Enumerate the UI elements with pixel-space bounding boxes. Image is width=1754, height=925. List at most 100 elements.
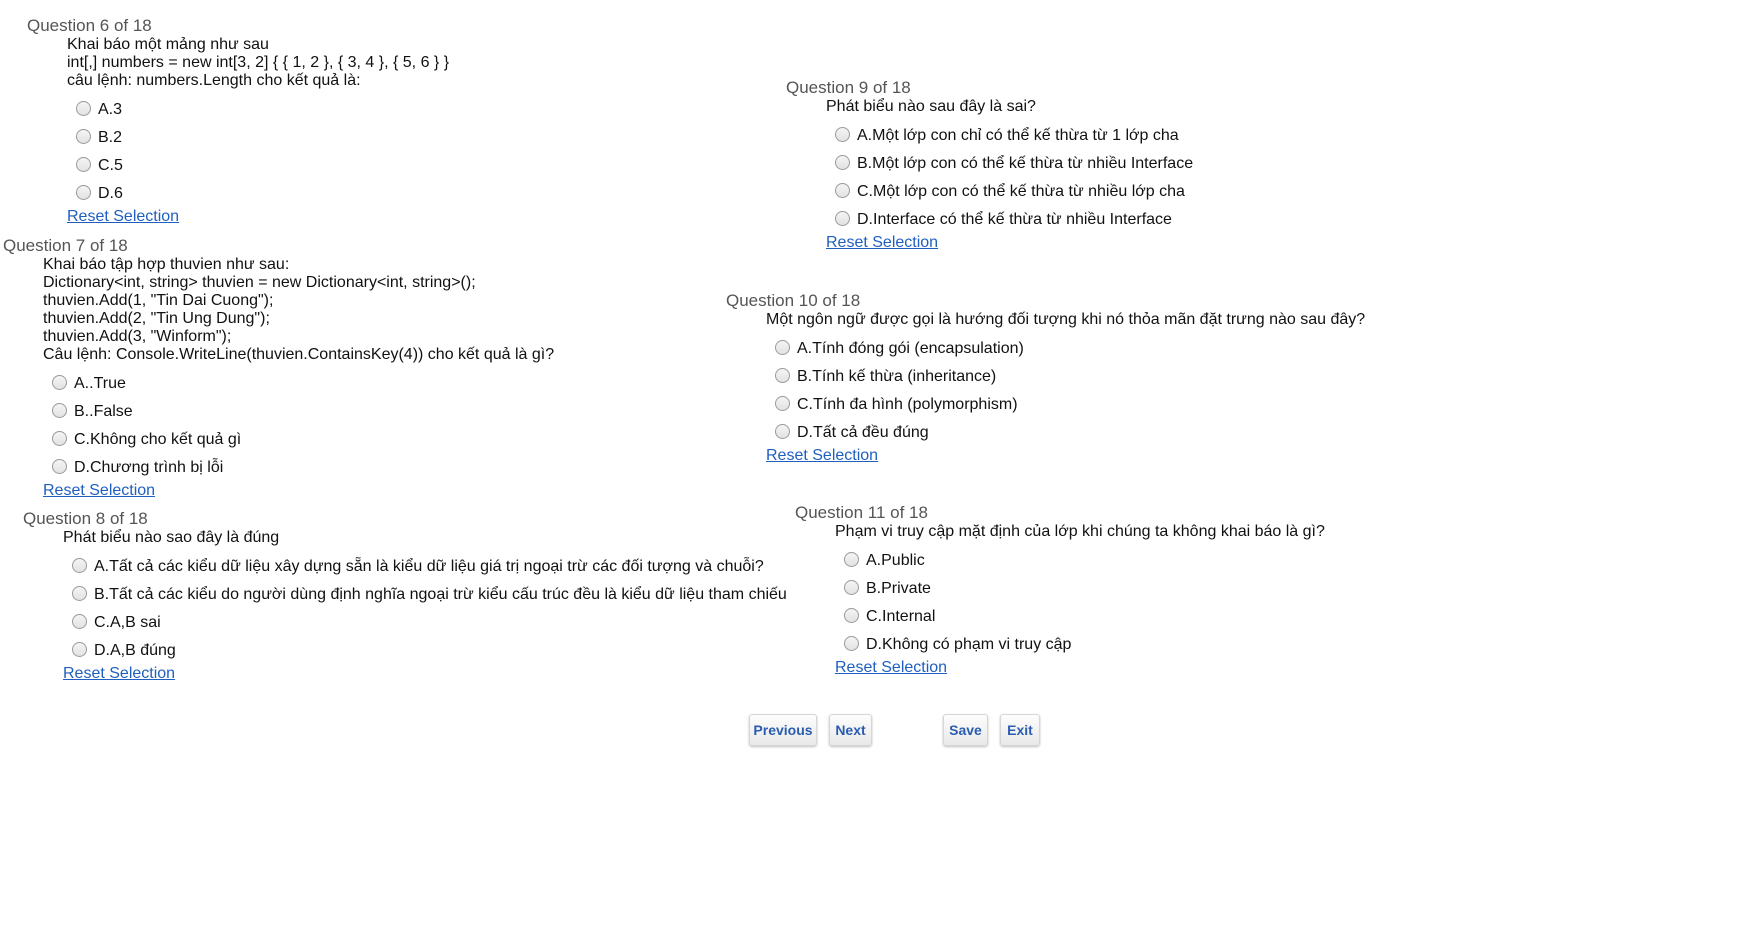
question-line: Câu lệnh: Console.WriteLine(thuvien.Cont… [43,346,555,363]
option-label: D.Chương trình bị lỗi [74,459,224,476]
option-c[interactable]: C.Internal [835,603,1325,631]
question-line: Dictionary<int, string> thuvien = new Di… [43,274,476,291]
exit-button[interactable]: Exit [1000,714,1040,746]
question-line: Một ngôn ngữ được gọi là hướng đối tượng… [766,311,1366,328]
radio-button[interactable] [844,551,859,567]
option-d[interactable]: D.A,B đúng [63,637,787,665]
options-list: A.Một lớp con chỉ có thể kế thừa từ 1 lớ… [826,122,1193,234]
option-d[interactable]: D.6 [67,180,449,208]
option-c[interactable]: C.A,B sai [63,609,787,637]
option-d[interactable]: D.Tất cả đều đúng [766,419,1365,447]
option-label: D.Interface có thể kế thừa từ nhiều Inte… [857,211,1172,228]
option-d[interactable]: D.Chương trình bị lỗi [43,454,554,482]
option-label: A.3 [98,101,123,118]
options-list: A.Public B.Private C.Internal D.Không có… [835,547,1325,659]
option-b[interactable]: B.Một lớp con có thể kế thừa từ nhiều In… [826,150,1193,178]
option-label: B.Một lớp con có thể kế thừa từ nhiều In… [857,155,1194,172]
option-label: A.Một lớp con chỉ có thể kế thừa từ 1 lớ… [857,127,1179,144]
option-label: A..True [74,375,126,392]
option-c[interactable]: C.Tính đa hình (polymorphism) [766,391,1365,419]
reset-selection-link[interactable]: Reset Selection [63,665,175,683]
option-label: D.Tất cả đều đúng [797,424,929,441]
option-label: B.Private [866,580,931,597]
question-line: Phát biểu nào sau đây là sai? [826,98,1036,115]
reset-selection-link[interactable]: Reset Selection [826,234,938,252]
option-d[interactable]: D.Không có phạm vi truy cập [835,631,1325,659]
radio-button[interactable] [76,100,91,116]
save-button[interactable]: Save [943,714,988,746]
question-11: Question 11 of 18 Phạm vi truy cập mặt đ… [795,503,1325,677]
question-line: Phát biểu nào sao đây là đúng [63,529,280,546]
radio-button[interactable] [844,579,859,595]
option-label: C.Internal [866,608,936,625]
radio-button[interactable] [72,641,87,657]
option-label: A.Tất cả các kiểu dữ liệu xây dựng sẵn l… [94,558,764,575]
radio-button[interactable] [775,367,790,383]
option-label: A.Tính đóng gói (encapsulation) [797,340,1024,357]
radio-button[interactable] [775,339,790,355]
option-c[interactable]: C.Không cho kết quả gì [43,426,554,454]
radio-button[interactable] [52,458,67,474]
option-b[interactable]: B..False [43,398,554,426]
question-line: thuvien.Add(3, "Winform"); [43,328,232,345]
question-text: Khai báo một mảng như sau int[,] numbers… [67,36,449,90]
option-d[interactable]: D.Interface có thể kế thừa từ nhiều Inte… [826,206,1193,234]
radio-button[interactable] [52,374,67,390]
radio-button[interactable] [76,156,91,172]
option-a[interactable]: A.Tính đóng gói (encapsulation) [766,335,1365,363]
option-a[interactable]: A.3 [67,96,449,124]
radio-button[interactable] [775,423,790,439]
radio-button[interactable] [835,210,850,226]
option-a[interactable]: A..True [43,370,554,398]
option-c[interactable]: C.Một lớp con có thể kế thừa từ nhiều lớ… [826,178,1193,206]
reset-selection-link[interactable]: Reset Selection [766,447,878,465]
question-text: Phạm vi truy cập mặt định của lớp khi ch… [835,523,1325,541]
question-10: Question 10 of 18 Một ngôn ngữ được gọi … [726,291,1365,465]
radio-button[interactable] [52,430,67,446]
option-b[interactable]: B.Tất cả các kiểu do người dùng định ngh… [63,581,787,609]
radio-button[interactable] [52,402,67,418]
next-button[interactable]: Next [829,714,872,746]
question-line: câu lệnh: numbers.Length cho kết quả là: [67,72,361,89]
option-c[interactable]: C.5 [67,152,449,180]
question-9: Question 9 of 18 Phát biểu nào sau đây l… [786,78,1193,252]
option-b[interactable]: B.Private [835,575,1325,603]
radio-button[interactable] [775,395,790,411]
reset-selection-link[interactable]: Reset Selection [67,208,179,226]
option-label: D.A,B đúng [94,642,176,659]
question-line: int[,] numbers = new int[3, 2] { { 1, 2 … [67,54,450,71]
question-line: thuvien.Add(2, "Tin Ung Dung"); [43,310,270,327]
radio-button[interactable] [835,154,850,170]
option-a[interactable]: A.Một lớp con chỉ có thể kế thừa từ 1 lớ… [826,122,1193,150]
question-line: Khai báo một mảng như sau [67,36,269,53]
radio-button[interactable] [835,126,850,142]
question-text: Phát biểu nào sau đây là sai? [826,98,1193,116]
radio-button[interactable] [844,607,859,623]
radio-button[interactable] [72,557,87,573]
option-a[interactable]: A.Public [835,547,1325,575]
previous-button[interactable]: Previous [749,714,817,746]
option-b[interactable]: B.2 [67,124,449,152]
option-label: C.A,B sai [94,614,161,631]
question-text: Khai báo tập hợp thuvien như sau: Dictio… [43,256,554,364]
question-line: thuvien.Add(1, "Tin Dai Cuong"); [43,292,274,309]
question-line: Khai báo tập hợp thuvien như sau: [43,256,290,273]
radio-button[interactable] [844,635,859,651]
option-a[interactable]: A.Tất cả các kiểu dữ liệu xây dựng sẵn l… [63,553,787,581]
option-b[interactable]: B.Tính kế thừa (inheritance) [766,363,1365,391]
option-label: B.2 [98,129,123,146]
option-label: B.Tất cả các kiểu do người dùng định ngh… [94,586,787,603]
radio-button[interactable] [835,182,850,198]
question-6: Question 6 of 18 Khai báo một mảng như s… [27,16,449,226]
reset-selection-link[interactable]: Reset Selection [43,482,155,500]
radio-button[interactable] [76,128,91,144]
reset-selection-link[interactable]: Reset Selection [835,659,947,677]
radio-button[interactable] [72,585,87,601]
option-label: D.6 [98,185,123,202]
radio-button[interactable] [72,613,87,629]
question-header: Question 6 of 18 [27,16,152,35]
radio-button[interactable] [76,184,91,200]
question-7: Question 7 of 18 Khai báo tập hợp thuvie… [3,236,554,500]
question-header: Question 11 of 18 [795,503,928,522]
question-header: Question 10 of 18 [726,291,861,310]
